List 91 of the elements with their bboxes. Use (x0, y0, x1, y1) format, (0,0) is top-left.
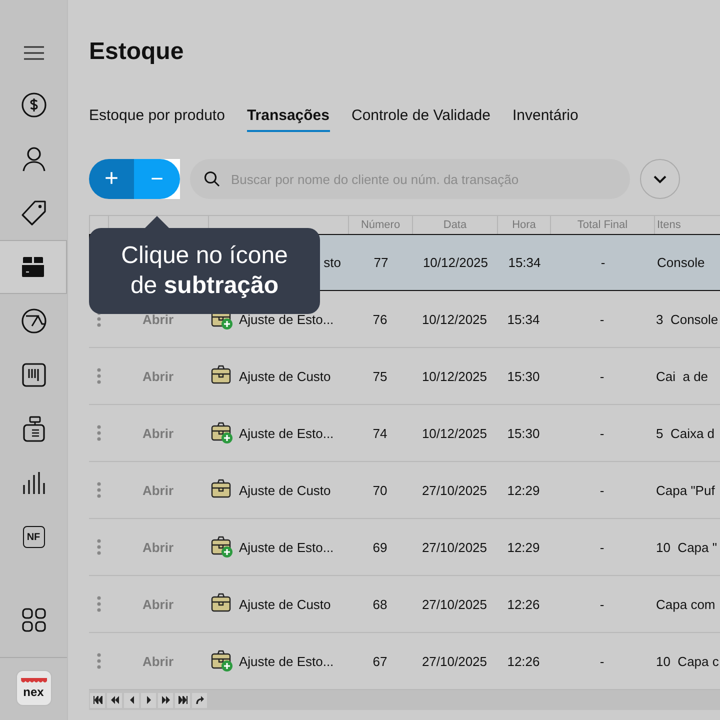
table-cell-text: Console (656, 255, 706, 270)
last-page-icon (178, 696, 188, 704)
page-title: Estoque (89, 37, 185, 67)
tab[interactable]: Estoque por produto (89, 105, 225, 132)
search-field[interactable]: Buscar por nome do cliente ou núm. da transação (190, 159, 630, 199)
table-cell-text: 77 (372, 255, 390, 270)
table-cell-text: Capa com (655, 596, 716, 612)
table-cell-text: - (598, 426, 606, 440)
table-cell-text: 10/12/2025 (420, 312, 488, 326)
table-cell-text: 74 (372, 426, 388, 440)
transaction-type: Ajuste de Custo (239, 596, 331, 612)
search-icon (204, 171, 220, 187)
fast-forward-icon (160, 696, 170, 704)
table-cell-text: Capa "Puf (655, 482, 716, 498)
transaction-type: Ajuste de Custo (239, 368, 331, 384)
table-cell-text: 27/10/2025 (420, 482, 488, 498)
table-cell-text: 27/10/2025 (420, 540, 488, 554)
transaction-type: Ajuste de Custo (239, 482, 331, 498)
transaction-type: Ajuste de Esto... (239, 426, 334, 440)
previous-icon (128, 696, 134, 704)
table-cell-text: - (600, 255, 606, 270)
box-icon (21, 256, 45, 278)
barcode-icon (22, 363, 46, 387)
table-cell-text: 10 Capa c (655, 654, 720, 668)
tab[interactable]: Inventário (512, 105, 578, 132)
rewind-button[interactable] (107, 692, 122, 708)
tab[interactable]: Transações (246, 105, 330, 132)
refresh-icon (194, 696, 204, 704)
table-cell-text: - (598, 654, 606, 668)
gauge-icon (20, 308, 46, 334)
menu-icon (22, 45, 44, 61)
chevron-down-icon (653, 174, 667, 184)
transaction-type: Ajuste de Esto... (239, 540, 334, 554)
table-cell-text: 10/12/2025 (420, 368, 488, 384)
table-cell-text: 12:29 (506, 482, 541, 498)
tab[interactable]: Controle de Validade (352, 105, 490, 132)
add-button[interactable]: + (89, 159, 134, 199)
table-cell-text: - (598, 368, 606, 384)
table-cell-text: 10/12/2025 (422, 255, 490, 270)
previous-button[interactable] (124, 692, 139, 708)
table-cell-text: 12:26 (506, 654, 541, 668)
table-cell-text: 76 (372, 312, 388, 326)
box-plus-icon (211, 536, 233, 558)
table-cell-text: 27/10/2025 (420, 654, 488, 668)
rewind-icon (110, 696, 120, 704)
table-cell-text: 15:34 (507, 255, 542, 270)
refresh-button[interactable] (192, 692, 207, 708)
table-cell-text: 5 Caixa d (655, 426, 716, 440)
sidebar-item[interactable] (0, 240, 67, 294)
table-cell-text: Cai a de (655, 368, 710, 384)
table-cell-text: 68 (372, 596, 388, 612)
app-logo[interactable]: nex (16, 670, 52, 706)
next-icon (146, 696, 152, 704)
table-cell-text: - (598, 596, 606, 612)
cash-register-icon (22, 416, 44, 442)
last-page-button[interactable] (175, 692, 190, 708)
first-page-button[interactable] (90, 692, 105, 708)
table-cell-text: 15:30 (506, 368, 541, 384)
table-cell-text: - (598, 540, 606, 554)
awning-icon (20, 678, 46, 685)
table-cell-text: 75 (372, 368, 388, 384)
dollar-icon (20, 92, 46, 118)
table-cell-text: 69 (372, 540, 388, 554)
transaction-type: sto (324, 255, 341, 270)
table-cell-text: 27/10/2025 (420, 596, 488, 612)
table-cell-text: 12:29 (506, 540, 541, 554)
transaction-type: Ajuste de Esto... (239, 312, 334, 326)
table-cell-text: - (598, 312, 606, 326)
nf-icon: NF (22, 526, 44, 548)
transaction-type: Ajuste de Esto... (239, 654, 334, 668)
table-cell-text: 10 Capa " (655, 540, 718, 554)
fast-forward-button[interactable] (158, 692, 173, 708)
table-cell-text: 3 Console (655, 312, 720, 326)
grid-icon (22, 608, 46, 632)
table-cell-text: 67 (372, 654, 388, 668)
box-plus-icon (211, 650, 233, 672)
sidebar-item[interactable]: NF (0, 510, 67, 564)
table-cell-text: 70 (372, 482, 388, 498)
search-input[interactable]: Buscar por nome do cliente ou núm. da transação (229, 170, 616, 188)
tag-icon (20, 200, 46, 226)
table-cell-text: 15:34 (506, 312, 541, 326)
table-cell-text: 15:30 (506, 426, 541, 440)
table-cell-text: 10/12/2025 (420, 426, 488, 440)
bar-chart-icon (22, 471, 46, 495)
table-cell-text: - (598, 482, 606, 498)
table-cell-text: 12:26 (506, 596, 541, 612)
logo-text: nex (23, 686, 44, 698)
next-button[interactable] (141, 692, 156, 708)
box-plus-icon (211, 422, 233, 444)
first-page-icon (92, 696, 102, 704)
person-icon (22, 146, 46, 172)
